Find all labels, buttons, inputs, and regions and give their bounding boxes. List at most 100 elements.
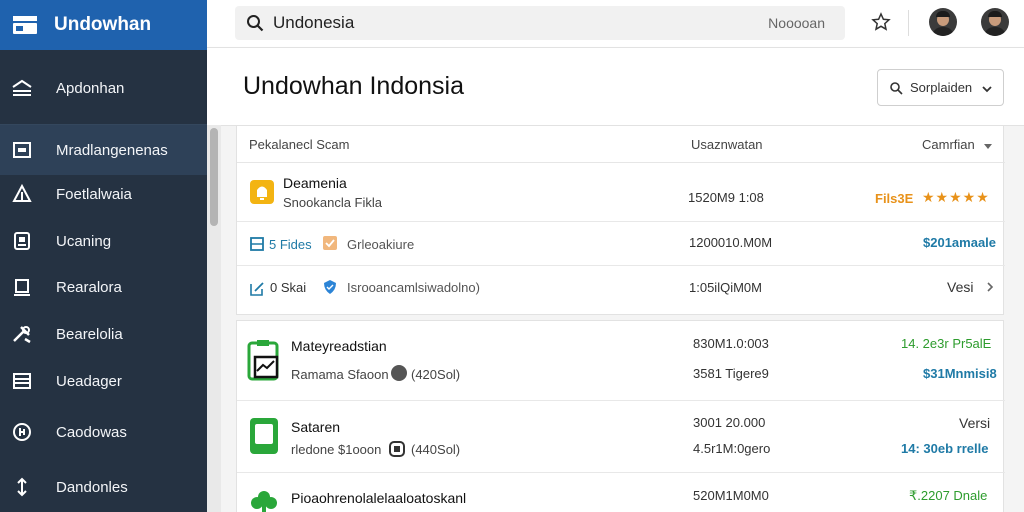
sidebar-item-mradlangenenas[interactable]: Mradlangenenas bbox=[0, 125, 207, 175]
scrollbar-thumb[interactable] bbox=[210, 128, 218, 226]
sort-dropdown[interactable]: Sorplaiden bbox=[877, 69, 1004, 106]
avatar[interactable] bbox=[981, 8, 1009, 36]
tools-icon bbox=[10, 322, 34, 346]
row-action[interactable]: Vesi bbox=[947, 279, 973, 295]
sidebar-item-label: Rearalora bbox=[56, 278, 122, 296]
app-window: Undowhan Apdonhan Mradlangenenas Foetlal… bbox=[0, 0, 1024, 512]
list-item[interactable]: Pioaohrenolalelaaloatoskanl 520M1M0M0 ₹.… bbox=[237, 473, 1005, 512]
sort-chevron-icon[interactable] bbox=[983, 139, 993, 154]
brand-title: Undowhan bbox=[54, 14, 152, 35]
topbar: Nooooan bbox=[207, 0, 1024, 48]
row-label: Isrooancamlsiwadolno) bbox=[347, 280, 480, 295]
dropdown-label: Sorplaiden bbox=[910, 80, 973, 95]
sidebar-item-ueadager[interactable]: Ueadager bbox=[0, 359, 207, 403]
column-header[interactable]: Camrfian bbox=[922, 137, 975, 152]
document-icon bbox=[10, 229, 34, 253]
row-label: Grleoakiure bbox=[347, 237, 415, 252]
sidebar-item-caodowas[interactable]: Caodowas bbox=[0, 410, 207, 454]
file-box-icon bbox=[249, 236, 265, 252]
column-header[interactable]: Pekalanecl Scam bbox=[249, 137, 349, 152]
item-value: $31Mnmisi8 bbox=[923, 366, 997, 381]
item-tag: (420Sol) bbox=[411, 367, 461, 382]
tablet-icon bbox=[249, 417, 279, 455]
sidebar-item-label: Mradlangenenas bbox=[56, 141, 168, 159]
table-row[interactable]: 5 Fides Grleoakiure 1200010.M0M $201amaa… bbox=[237, 222, 1005, 266]
chevron-right-icon[interactable] bbox=[985, 281, 995, 293]
screen-icon bbox=[10, 275, 34, 299]
avatar[interactable] bbox=[929, 8, 957, 36]
home-icon bbox=[10, 76, 34, 100]
triangle-icon bbox=[10, 182, 34, 206]
item-amount: 4.5r1M:0gero bbox=[693, 441, 771, 456]
plant-icon bbox=[249, 487, 279, 512]
sidebar-item-bearelolia[interactable]: Bearelolia bbox=[0, 312, 207, 356]
row-amount: 1200010.M0M bbox=[689, 235, 773, 250]
sidebar-item-rearalora[interactable]: Rearalora bbox=[0, 265, 207, 309]
sidebar-item-label: Bearelolia bbox=[56, 325, 123, 343]
list-icon bbox=[10, 369, 34, 393]
table-row[interactable]: Deamenia Snookancla Fikla 1520M9 1:08 Fi… bbox=[237, 163, 1005, 222]
item-subtitle: rledone $1ooon bbox=[291, 442, 382, 457]
list-item[interactable]: Sataren rledone $1ooon (440Sol) 3001 20.… bbox=[237, 401, 1005, 473]
sidebar-item-label: Ucaning bbox=[56, 232, 112, 250]
item-amount: 830M1.0:003 bbox=[693, 336, 769, 351]
row-count: 5 Fides bbox=[269, 237, 312, 252]
coin-icon bbox=[10, 420, 34, 444]
table-header: Pekalanecl Scam Usaznwatan Camrfian bbox=[237, 126, 1005, 163]
rating-stars: ★★★★★ bbox=[922, 189, 990, 205]
search-bar[interactable]: Nooooan bbox=[235, 6, 845, 40]
item-amount: 520M1M0M0 bbox=[693, 488, 769, 503]
item-title: Mateyreadstian bbox=[291, 338, 387, 354]
column-header[interactable]: Usaznwatan bbox=[691, 137, 763, 152]
sidebar-item-ucaning[interactable]: Ucaning bbox=[0, 219, 207, 263]
results-list: Mateyreadstian Ramama Sfaoon (420Sol) 83… bbox=[236, 320, 1005, 512]
sidebar-item-label: Ueadager bbox=[56, 372, 122, 390]
sidebar-item-label: Foetlalwaia bbox=[56, 185, 132, 203]
row-amount: 1:05ilQiM0M bbox=[689, 280, 762, 295]
page-title: Undowhan Indonsia bbox=[243, 72, 464, 100]
item-value: 14. 2e3r Pr5alE bbox=[901, 336, 992, 351]
brand-header[interactable]: Undowhan bbox=[0, 0, 207, 50]
item-tag: (440Sol) bbox=[411, 442, 461, 457]
bell-icon bbox=[249, 177, 275, 205]
page-header: Undowhan Indonsia Sorplaiden bbox=[207, 48, 1024, 126]
search-hint: Nooooan bbox=[768, 15, 825, 31]
row-value: $201amaale bbox=[923, 235, 997, 250]
square-icon bbox=[10, 138, 34, 162]
chevron-down-icon bbox=[981, 82, 993, 94]
item-action[interactable]: Versi bbox=[959, 415, 990, 431]
item-value: 14: 30eb rrelle bbox=[901, 441, 989, 456]
check-square-icon bbox=[323, 236, 337, 250]
item-amount: 3001 20.000 bbox=[693, 415, 766, 430]
sidebar: Undowhan Apdonhan Mradlangenenas Foetlal… bbox=[0, 0, 207, 512]
badge-icon bbox=[389, 441, 405, 457]
row-title: Deamenia bbox=[283, 175, 347, 191]
search-icon bbox=[888, 80, 904, 96]
star-icon[interactable] bbox=[869, 10, 893, 34]
row-tag: Fils3E bbox=[875, 191, 914, 206]
list-item[interactable]: Mateyreadstian Ramama Sfaoon (420Sol) 83… bbox=[237, 321, 1005, 401]
transfer-icon bbox=[10, 475, 34, 499]
search-icon[interactable] bbox=[245, 13, 265, 33]
results-table: Pekalanecl Scam Usaznwatan Camrfian Deam… bbox=[236, 126, 1005, 315]
sidebar-item-label: Caodowas bbox=[56, 423, 127, 441]
sidebar-item-foetlalwaia[interactable]: Foetlalwaia bbox=[0, 172, 207, 216]
shield-icon bbox=[323, 280, 337, 294]
item-value: ₹.2207 Dnale bbox=[909, 488, 988, 503]
avatar bbox=[391, 365, 407, 381]
item-subtitle: Ramama Sfaoon bbox=[291, 367, 389, 382]
edit-icon bbox=[249, 280, 265, 296]
search-input[interactable] bbox=[273, 13, 733, 33]
item-title: Pioaohrenolalelaaloatoskanl bbox=[291, 490, 467, 506]
item-amount: 3581 Tigere9 bbox=[693, 366, 769, 381]
table-row[interactable]: 0 Skai Isrooancamlsiwadolno) 1:05ilQiM0M… bbox=[237, 266, 1005, 314]
row-amount: 1520M9 1:08 bbox=[688, 190, 764, 205]
item-title: Sataren bbox=[291, 419, 341, 435]
toolbar-divider bbox=[908, 10, 909, 36]
row-subtitle: Snookancla Fikla bbox=[283, 195, 382, 210]
sidebar-item-label: Apdonhan bbox=[56, 79, 125, 97]
sidebar-item-label: Dandonles bbox=[56, 478, 128, 496]
sidebar-item-dandonles[interactable]: Dandonles bbox=[0, 465, 207, 509]
sidebar-item-apdonhan[interactable]: Apdonhan bbox=[0, 66, 207, 110]
row-count: 0 Skai bbox=[270, 280, 307, 295]
